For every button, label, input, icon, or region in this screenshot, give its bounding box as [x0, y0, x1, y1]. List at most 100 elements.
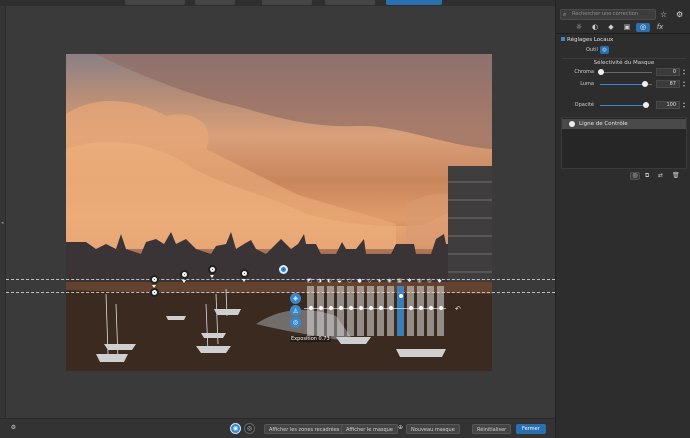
mode-color-icon[interactable]: ◬	[290, 305, 301, 316]
stepper-icon[interactable]: ▴ ▾	[683, 101, 685, 109]
trash-icon[interactable]: 🗑	[672, 172, 680, 179]
blacks-icon[interactable]: ●	[356, 278, 363, 284]
saturation-icon[interactable]: ◈	[376, 278, 383, 284]
slider-handle[interactable]	[439, 306, 443, 310]
stepper-icon[interactable]: ▴ ▾	[683, 68, 685, 76]
control-point-handle[interactable]	[182, 280, 186, 283]
slider-value[interactable]: 100	[656, 101, 680, 109]
adjust-bar[interactable]	[427, 286, 434, 336]
slider-track[interactable]	[600, 72, 652, 73]
slider-handle[interactable]	[419, 306, 423, 310]
sharpen-icon[interactable]: ◆	[436, 278, 443, 284]
reset-button[interactable]: Réinitialiser	[472, 424, 512, 434]
slider-handle[interactable]	[329, 306, 333, 310]
slider-handle[interactable]	[319, 306, 323, 310]
toolbar-segment[interactable]	[325, 0, 375, 5]
control-point[interactable]	[208, 265, 217, 274]
adjust-bar[interactable]	[317, 286, 324, 336]
tab-local[interactable]: ◎	[636, 23, 650, 32]
slider-knob[interactable]	[598, 69, 604, 75]
hue-icon[interactable]: ◎	[426, 278, 433, 284]
duplicate-icon[interactable]: ⧉	[645, 172, 649, 180]
tab-light[interactable]: ☼	[572, 23, 586, 32]
toolbar-segment[interactable]	[195, 0, 235, 5]
adjust-bar[interactable]	[307, 286, 314, 336]
luma-slider[interactable]: Luma 87 ▴ ▾	[556, 80, 690, 90]
adjust-bar[interactable]	[387, 286, 394, 336]
search-field[interactable]: ⌕ Rechercher une correction	[560, 9, 656, 20]
clarity-icon[interactable]: ◇	[366, 278, 373, 284]
control-line-mode-icon[interactable]: ◉	[230, 423, 241, 434]
whites-icon[interactable]: ○	[346, 278, 353, 284]
structure-icon[interactable]: ▦	[396, 278, 403, 284]
adjust-bar[interactable]	[437, 286, 444, 336]
temperature-icon[interactable]: ✱	[406, 278, 413, 284]
vibrance-icon[interactable]: ◉	[386, 278, 393, 284]
tab-geometry[interactable]: ▣	[620, 23, 634, 32]
exposure-icon[interactable]: ◩	[306, 278, 313, 284]
invert-icon[interactable]: ⇄	[658, 172, 663, 179]
section-header[interactable]: Réglages Locaux	[561, 37, 613, 43]
tab-color[interactable]: ◐	[588, 23, 602, 32]
slider-value[interactable]: 87	[656, 80, 680, 88]
control-point[interactable]	[150, 275, 159, 284]
new-mask-button[interactable]: Nouveau masque	[406, 424, 460, 434]
undo-icon[interactable]: ↶	[455, 305, 461, 313]
slider-knob[interactable]	[642, 81, 648, 87]
tool-icon[interactable]: ◎	[600, 46, 609, 54]
toolbar-segment[interactable]	[262, 0, 312, 5]
adjust-bar[interactable]	[327, 286, 334, 336]
control-point-mode-icon[interactable]: ◎	[244, 423, 255, 434]
slider-knob[interactable]	[643, 102, 649, 108]
slider-handle[interactable]	[429, 306, 433, 310]
close-button[interactable]: Fermer	[516, 424, 546, 434]
control-point[interactable]	[240, 269, 249, 278]
chroma-slider[interactable]: Chroma 0 ▴ ▾	[556, 68, 690, 78]
show-mask-button[interactable]: Afficher le masque	[341, 424, 398, 434]
tab-detail[interactable]: ◆	[604, 23, 618, 32]
slider-handle-active[interactable]	[399, 294, 403, 298]
mask-visibility-icon[interactable]: ◎	[630, 172, 640, 180]
adjust-bar[interactable]	[367, 286, 374, 336]
control-point-handle[interactable]	[210, 275, 214, 278]
star-icon[interactable]: ☆	[660, 10, 667, 19]
control-point-selected[interactable]	[279, 265, 288, 274]
slider-handle[interactable]	[359, 306, 363, 310]
show-cropped-zones-button[interactable]: Afficher les zones recadrées	[264, 424, 345, 434]
expand-left-icon[interactable]: ◂	[1, 220, 4, 226]
slider-handle[interactable]	[349, 306, 353, 310]
highlights-icon[interactable]: ◐	[326, 278, 333, 284]
slider-handle[interactable]	[379, 306, 383, 310]
mask-list-item[interactable]: Ligne de Contrôle	[562, 119, 686, 129]
adjust-bar[interactable]	[357, 286, 364, 336]
mode-exposure-icon[interactable]: ◈	[290, 293, 301, 304]
adjust-bar[interactable]	[347, 286, 354, 336]
adjust-bar[interactable]	[417, 286, 424, 336]
add-icon[interactable]: ⊕	[395, 423, 406, 434]
shadows-icon[interactable]: ◒	[336, 278, 343, 284]
control-line-lower[interactable]	[6, 292, 555, 293]
slider-value[interactable]: 0	[656, 68, 680, 76]
slider-handle[interactable]	[369, 306, 373, 310]
slider-handle[interactable]	[409, 306, 413, 310]
control-point[interactable]	[180, 270, 189, 279]
toolbar-segment-active[interactable]	[386, 0, 442, 5]
tint-icon[interactable]: ◍	[416, 278, 423, 284]
adjust-bar[interactable]	[407, 286, 414, 336]
stepper-icon[interactable]: ▴ ▾	[683, 80, 685, 88]
control-line-anchor[interactable]	[150, 288, 159, 297]
mode-detail-icon[interactable]: ◎	[290, 317, 301, 328]
gear-icon[interactable]: ⚙	[676, 10, 683, 19]
adjust-bar[interactable]	[337, 286, 344, 336]
settings-icon[interactable]: ⚙	[8, 423, 19, 434]
local-adjustment-popup[interactable]: ◩ ◑ ◐ ◒ ○ ● ◇ ◈ ◉ ▦ ✱ ◍ ◎ ◆	[302, 276, 448, 338]
control-point-handle[interactable]	[242, 279, 246, 282]
contrast-icon[interactable]: ◑	[316, 278, 323, 284]
tab-effects[interactable]: fx	[653, 23, 667, 32]
slider-handle[interactable]	[339, 306, 343, 310]
slider-handle[interactable]	[389, 306, 393, 310]
control-line-upper[interactable]	[6, 279, 555, 280]
toolbar-segment[interactable]	[125, 0, 185, 5]
opacity-slider[interactable]: Opacité 100 ▴ ▾	[556, 101, 690, 111]
slider-handle[interactable]	[309, 306, 313, 310]
